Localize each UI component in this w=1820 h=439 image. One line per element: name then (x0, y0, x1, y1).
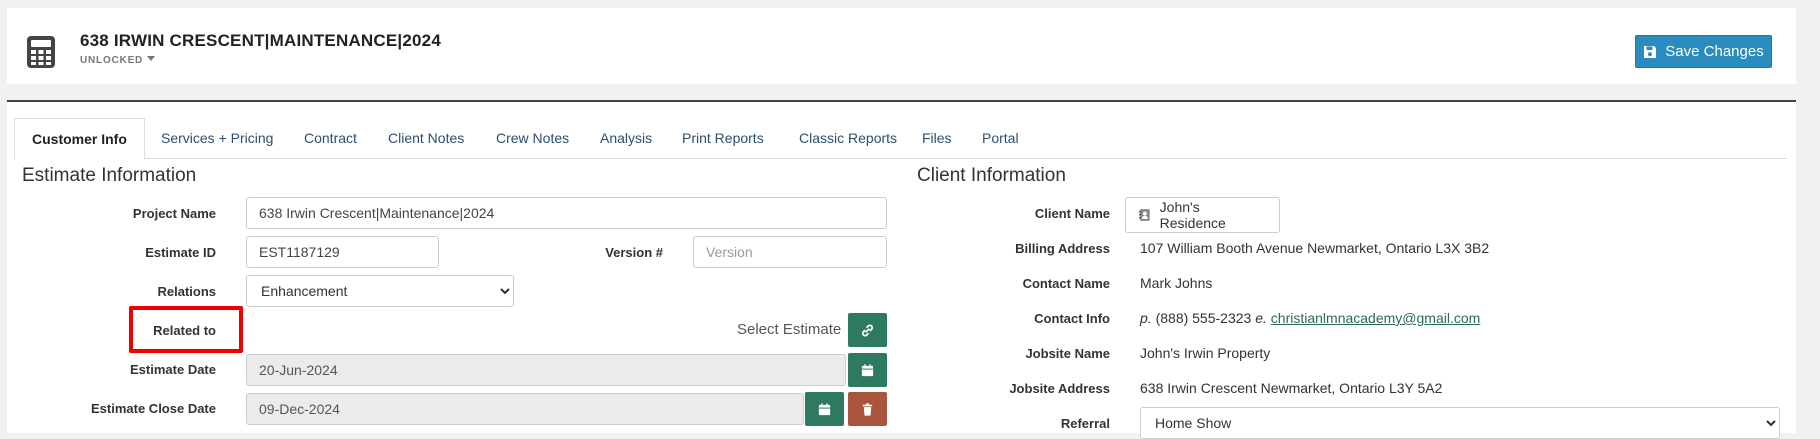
related-to-highlight (129, 306, 243, 353)
estimate-date-input (246, 354, 846, 386)
tab-customer-info[interactable]: Customer Info (14, 118, 145, 160)
project-name-input[interactable] (246, 197, 887, 229)
link-icon (862, 324, 873, 336)
tab-label: Portal (982, 130, 1019, 146)
tab-label: Services + Pricing (161, 130, 274, 146)
tab-label: Print Reports (682, 130, 764, 146)
tab-label: Files (922, 130, 952, 146)
jobsite-address-value: 638 Irwin Crescent Newmarket, Ontario L3… (1140, 380, 1443, 396)
page-title: 638 IRWIN CRESCENT|MAINTENANCE|2024 (80, 31, 441, 50)
client-name-button[interactable]: John's Residence (1125, 197, 1280, 233)
project-name-label: Project Name (132, 206, 216, 221)
email-link[interactable]: christianlmnacademy@gmail.com (1271, 310, 1481, 326)
referral-select[interactable]: Home Show (1140, 407, 1780, 439)
tab-label: Contract (304, 130, 357, 146)
contact-card-icon (1138, 209, 1150, 221)
client-information-heading: Client Information (917, 165, 1066, 186)
calendar-icon (818, 402, 831, 415)
lock-status-label: UNLOCKED (80, 55, 144, 66)
contact-name-label: Contact Name (1022, 276, 1110, 291)
tab-label: Classic Reports (799, 130, 898, 146)
phone-prefix: p. (1140, 310, 1152, 326)
tab-contract[interactable]: Contract (287, 118, 374, 158)
client-name-label: Client Name (1034, 206, 1110, 221)
link-estimate-button[interactable] (848, 313, 887, 347)
version-input[interactable] (693, 236, 887, 268)
jobsite-address-label: Jobsite Address (1009, 381, 1110, 396)
save-changes-button[interactable]: Save Changes (1635, 35, 1772, 68)
tab-crew-notes[interactable]: Crew Notes (479, 118, 586, 158)
contact-info-label: Contact Info (1034, 311, 1110, 326)
estimate-close-date-input (246, 393, 804, 425)
relations-select[interactable]: Enhancement (246, 275, 514, 307)
save-changes-label: Save Changes (1665, 43, 1764, 60)
relations-label: Relations (157, 284, 216, 299)
estimate-close-date-label: Estimate Close Date (91, 401, 216, 416)
jobsite-name-label: Jobsite Name (1025, 346, 1110, 361)
client-name-value: John's Residence (1159, 199, 1226, 231)
tab-label: Client Notes (388, 130, 465, 146)
jobsite-name-value: John's Irwin Property (1140, 345, 1271, 361)
floppy-disk-icon (1644, 45, 1657, 58)
billing-address-value: 107 William Booth Avenue Newmarket, Onta… (1140, 240, 1490, 256)
contact-name-value: Mark Johns (1140, 275, 1213, 291)
lock-status-dropdown[interactable]: UNLOCKED (80, 55, 156, 66)
caret-down-icon (147, 56, 156, 61)
tab-label: Customer Info (32, 131, 127, 147)
tab-label: Analysis (600, 130, 653, 146)
version-label: Version # (605, 245, 663, 260)
tab-portal[interactable]: Portal (965, 118, 1036, 158)
close-date-picker-button[interactable] (805, 392, 844, 426)
estimate-id-input[interactable] (246, 236, 439, 268)
contact-info-value: p. (888) 555-2323 e. christianlmnacademy… (1140, 310, 1480, 326)
estimate-date-label: Estimate Date (130, 362, 216, 377)
clear-close-date-button[interactable] (848, 392, 887, 426)
tab-files[interactable]: Files (905, 118, 969, 158)
estimate-id-label: Estimate ID (145, 245, 216, 260)
trash-icon (862, 402, 873, 416)
phone-value: (888) 555-2323 (1155, 310, 1252, 326)
tab-client-notes[interactable]: Client Notes (371, 118, 481, 158)
estimate-information-heading: Estimate Information (22, 165, 197, 186)
referral-label: Referral (1060, 416, 1110, 431)
calendar-icon (861, 363, 874, 376)
billing-address-label: Billing Address (1015, 241, 1110, 256)
tab-bar: Customer Info Services + Pricing Contrac… (14, 118, 1787, 160)
calculator-icon (27, 36, 55, 68)
tab-analysis[interactable]: Analysis (583, 118, 669, 158)
tab-services-pricing[interactable]: Services + Pricing (144, 118, 290, 158)
tab-print-reports[interactable]: Print Reports (665, 118, 781, 158)
tab-label: Crew Notes (496, 130, 570, 146)
email-prefix: e. (1255, 310, 1267, 326)
tab-classic-reports[interactable]: Classic Reports (782, 118, 914, 158)
estimate-date-picker-button[interactable] (848, 353, 887, 387)
select-estimate-label: Select Estimate (737, 321, 842, 338)
